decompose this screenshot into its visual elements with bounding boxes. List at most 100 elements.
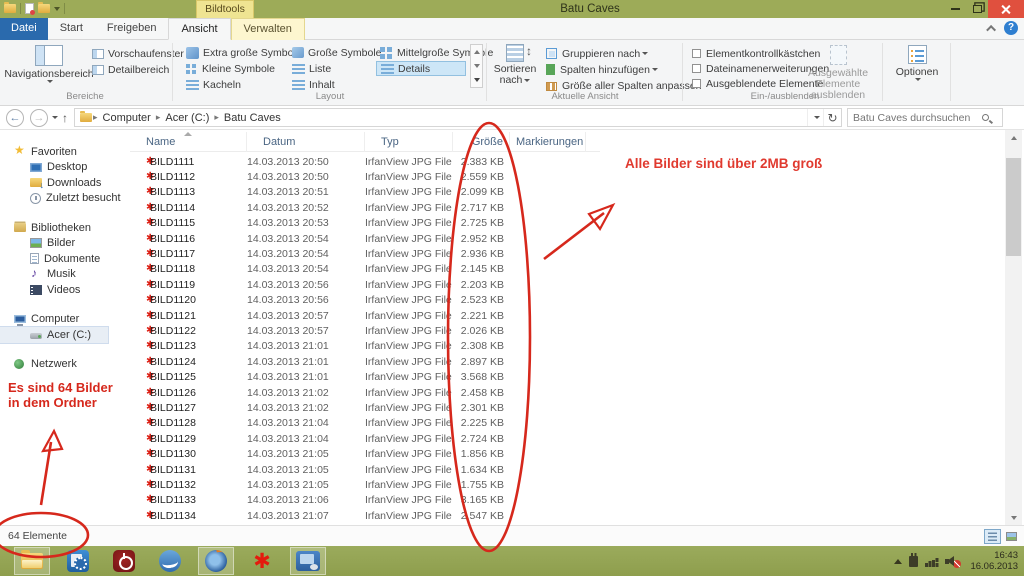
breadcrumb-item-acer-c[interactable]: Acer (C:) (161, 112, 213, 124)
thumbnails-view-button[interactable] (1003, 529, 1020, 544)
details-pane-button[interactable]: Detailbereich (92, 62, 169, 77)
layout-gallery-scroll[interactable] (470, 44, 483, 88)
safely-remove-icon[interactable] (909, 556, 918, 567)
gallery-more-icon[interactable] (474, 78, 480, 82)
layout-liste[interactable]: Liste (288, 61, 335, 76)
network-signal-icon[interactable] (925, 556, 938, 567)
search-input[interactable] (848, 112, 980, 124)
file-row[interactable]: BILD112414.03.2013 21:01IrfanView JPG Fi… (130, 354, 730, 369)
customize-qat-dropdown[interactable] (54, 7, 60, 11)
sidebar-item-downloads[interactable]: Downloads (0, 175, 126, 191)
file-row[interactable]: BILD112614.03.2013 21:02IrfanView JPG Fi… (130, 385, 730, 400)
tab-datei[interactable]: Datei (0, 18, 48, 40)
sidebar-item-zuletzt-besucht[interactable]: Zuletzt besucht (0, 191, 126, 207)
minimize-button[interactable] (944, 0, 966, 18)
show-hidden-icons-icon[interactable] (894, 559, 902, 564)
sidebar-item-computer[interactable]: Computer (0, 312, 126, 328)
breadcrumb[interactable]: Computer Acer (C:) Batu Caves (74, 108, 842, 127)
file-row[interactable]: BILD113314.03.2013 21:06IrfanView JPG Fi… (130, 493, 730, 508)
file-row[interactable]: BILD113414.03.2013 21:07IrfanView JPG Fi… (130, 508, 730, 523)
file-row[interactable]: BILD111614.03.2013 20:54IrfanView JPG Fi… (130, 231, 730, 246)
taskbar-firefox-button[interactable] (198, 547, 234, 575)
file-row[interactable]: BILD111414.03.2013 20:52IrfanView JPG Fi… (130, 200, 730, 215)
taskbar-irfanview-button[interactable] (244, 547, 280, 575)
sort-by-button[interactable]: Sortieren nach (492, 44, 538, 86)
taskbar-file-explorer-button[interactable] (14, 547, 50, 575)
file-row[interactable]: BILD111714.03.2013 20:54IrfanView JPG Fi… (130, 246, 730, 261)
sidebar-item-videos[interactable]: Videos (0, 282, 126, 298)
file-row[interactable]: BILD113214.03.2013 21:05IrfanView JPG Fi… (130, 477, 730, 492)
layout-kleine-symbole[interactable]: Kleine Symbole (182, 61, 279, 76)
sidebar-item-bilder[interactable]: Bilder (0, 236, 126, 252)
taskbar-power-app-button[interactable] (106, 547, 142, 575)
options-button[interactable]: Optionen (892, 45, 942, 81)
details-view-button[interactable] (984, 529, 1001, 544)
gallery-scroll-down-icon[interactable] (474, 64, 480, 68)
column-header-markierungen[interactable]: Markierungen (510, 132, 586, 152)
sidebar-item-desktop[interactable]: Desktop (0, 160, 126, 176)
preview-pane-button[interactable]: Vorschaufenster (92, 46, 184, 61)
back-button[interactable]: ← (6, 109, 24, 127)
scroll-down-icon[interactable] (1005, 510, 1022, 525)
file-row[interactable]: BILD111814.03.2013 20:54IrfanView JPG Fi… (130, 262, 730, 277)
file-row[interactable]: BILD112014.03.2013 20:56IrfanView JPG Fi… (130, 293, 730, 308)
taskbar-settings-app-button[interactable] (60, 547, 96, 575)
column-header-datum[interactable]: Datum (247, 132, 365, 152)
file-row[interactable]: BILD111314.03.2013 20:51IrfanView JPG Fi… (130, 185, 730, 200)
taskbar-openoffice-button[interactable] (152, 547, 188, 575)
scrollbar-thumb[interactable] (1006, 158, 1021, 256)
tab-freigeben[interactable]: Freigeben (95, 18, 169, 40)
sidebar-item-musik[interactable]: Musik (0, 267, 126, 283)
file-row[interactable]: BILD111214.03.2013 20:50IrfanView JPG Fi… (130, 169, 730, 184)
tab-ansicht[interactable]: Ansicht (168, 18, 230, 40)
file-row[interactable]: BILD111914.03.2013 20:56IrfanView JPG Fi… (130, 277, 730, 292)
forward-button[interactable]: → (30, 109, 48, 127)
layout-details[interactable]: Details (376, 61, 466, 76)
add-columns-button[interactable]: Spalten hinzufügen (546, 62, 658, 77)
file-row[interactable]: BILD111514.03.2013 20:53IrfanView JPG Fi… (130, 216, 730, 231)
vertical-scrollbar[interactable] (1005, 130, 1022, 525)
properties-button[interactable] (25, 3, 34, 14)
tab-start[interactable]: Start (48, 18, 95, 40)
sidebar-item-netzwerk[interactable]: Netzwerk (0, 357, 126, 373)
column-header-name[interactable]: Name (130, 132, 247, 152)
taskbar-display-settings-button[interactable] (290, 547, 326, 575)
sidebar-item-acer-c-[interactable]: Acer (C:) (0, 327, 108, 343)
layout-grosse-symbole[interactable]: Große Symbole (288, 45, 386, 60)
file-row[interactable]: BILD112914.03.2013 21:04IrfanView JPG Fi… (130, 431, 730, 446)
new-folder-button[interactable] (38, 4, 50, 13)
search-icon[interactable] (982, 114, 989, 121)
file-row[interactable]: BILD112214.03.2013 20:57IrfanView JPG Fi… (130, 323, 730, 338)
column-header-groesse[interactable]: Größe (453, 132, 510, 152)
sidebar-item-dokumente[interactable]: Dokumente (0, 251, 126, 267)
bildtools-context-tab[interactable]: Bildtools (196, 0, 254, 18)
refresh-button[interactable] (823, 109, 841, 126)
file-row[interactable]: BILD112314.03.2013 21:01IrfanView JPG Fi… (130, 339, 730, 354)
sidebar-item-bibliotheken[interactable]: Bibliotheken (0, 220, 126, 236)
breadcrumb-item-computer[interactable]: Computer (99, 112, 155, 124)
address-dropdown[interactable] (807, 109, 823, 126)
volume-muted-icon[interactable] (945, 555, 959, 567)
checkbox-icon[interactable] (692, 64, 701, 73)
up-button[interactable]: ↑ (62, 111, 68, 125)
recent-locations-dropdown[interactable] (52, 116, 58, 119)
navigation-pane-button[interactable]: Navigationsbereich (10, 45, 88, 83)
search-box[interactable] (847, 108, 1003, 127)
help-icon[interactable] (1004, 21, 1018, 35)
layout-inhalt[interactable]: Inhalt (288, 77, 339, 92)
column-header-typ[interactable]: Typ (365, 132, 453, 152)
file-row[interactable]: BILD113114.03.2013 21:05IrfanView JPG Fi… (130, 462, 730, 477)
breadcrumb-item-batu-caves[interactable]: Batu Caves (220, 112, 285, 124)
gallery-scroll-up-icon[interactable] (474, 50, 480, 54)
close-button[interactable] (988, 0, 1024, 18)
tab-verwalten[interactable]: Verwalten (231, 18, 305, 40)
checkbox-icon[interactable] (692, 49, 701, 58)
checkbox-icon[interactable] (692, 79, 701, 88)
restore-button[interactable] (966, 0, 988, 18)
group-by-button[interactable]: Gruppieren nach (546, 46, 648, 61)
layout-kacheln[interactable]: Kacheln (182, 77, 245, 92)
clock[interactable]: 16:43 16.06.2013 (970, 550, 1018, 572)
scroll-up-icon[interactable] (1005, 130, 1022, 145)
sidebar-item-favoriten[interactable]: Favoriten (0, 144, 126, 160)
file-row[interactable]: BILD112114.03.2013 20:57IrfanView JPG Fi… (130, 308, 730, 323)
